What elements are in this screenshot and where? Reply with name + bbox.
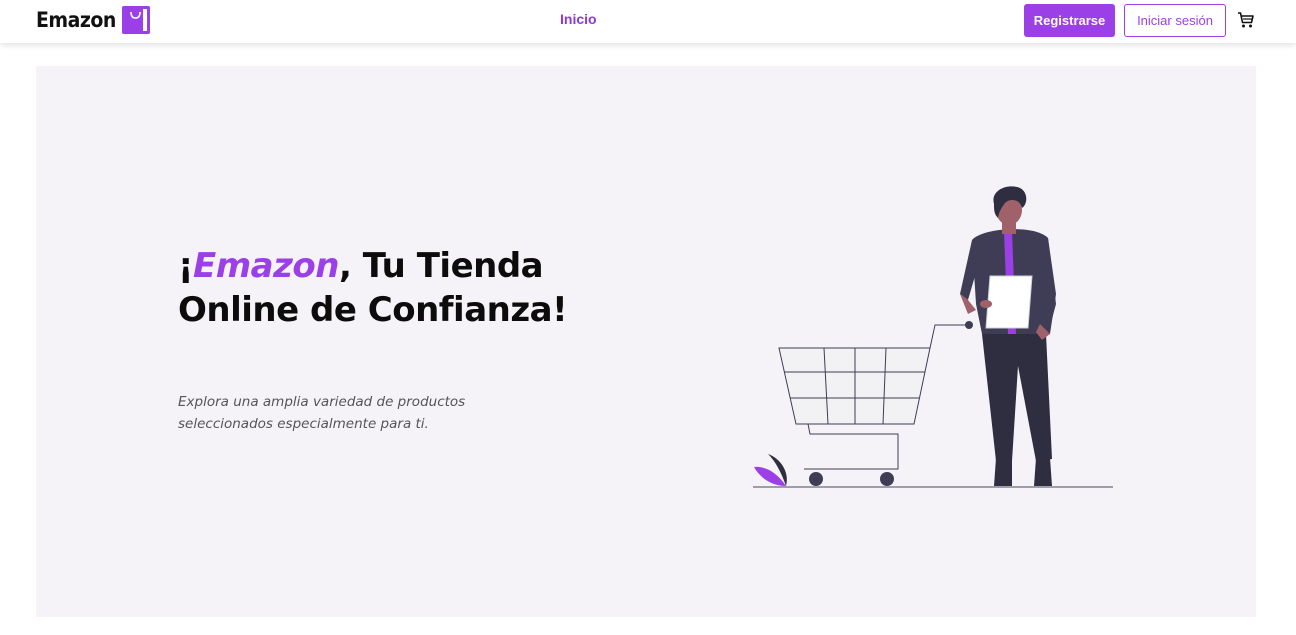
register-button[interactable]: Registrarse: [1024, 4, 1115, 37]
hero-title-brand: Emazon: [193, 246, 339, 286]
hero-title: ¡Emazon, Tu Tienda Online de Confianza!: [178, 244, 608, 332]
cart-icon[interactable]: [1237, 11, 1255, 29]
brand-logo[interactable]: Emazon: [36, 6, 150, 34]
login-button[interactable]: Iniciar sesión: [1124, 4, 1226, 37]
hero-title-prefix: ¡: [178, 246, 194, 286]
person-with-shopping-cart-illustration: [753, 186, 1113, 488]
nav-link-inicio[interactable]: Inicio: [560, 11, 597, 27]
hero-section: ¡Emazon, Tu Tienda Online de Confianza! …: [36, 66, 1256, 617]
shopping-bag-icon: [121, 6, 150, 34]
brand-name: Emazon: [36, 8, 116, 32]
hero-subtitle: Explora una amplia variedad de productos…: [178, 394, 466, 432]
navbar: Emazon Inicio Registrarse Iniciar sesión: [0, 0, 1296, 43]
